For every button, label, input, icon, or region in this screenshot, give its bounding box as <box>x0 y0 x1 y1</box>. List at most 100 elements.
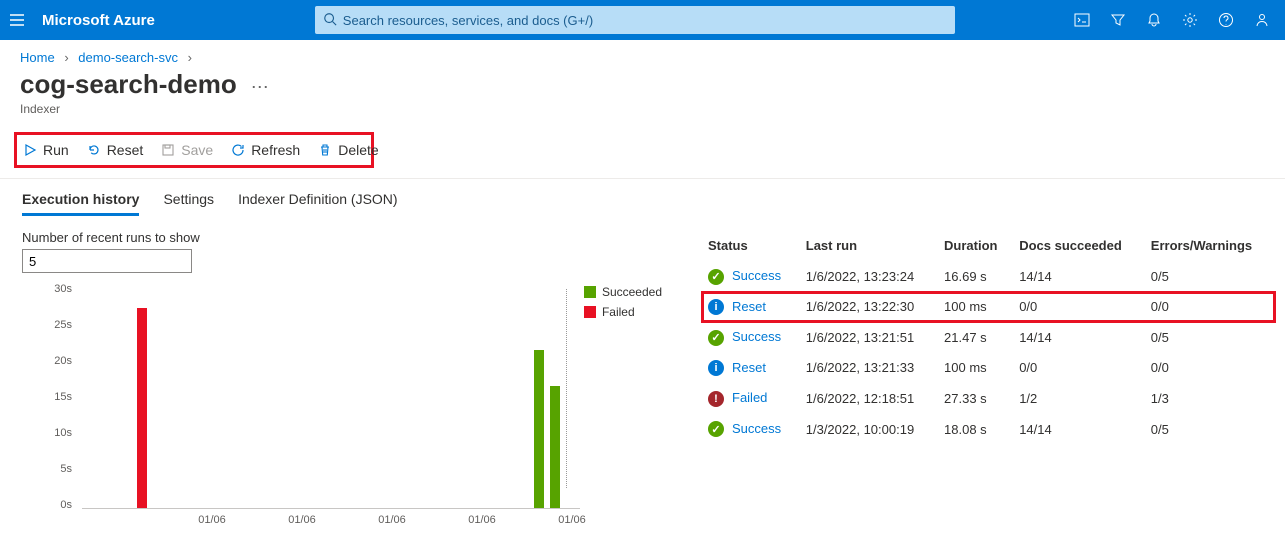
runs-count-label: Number of recent runs to show <box>22 230 662 245</box>
breadcrumb-service[interactable]: demo-search-svc <box>78 50 178 65</box>
more-actions-icon[interactable]: ⋯ <box>251 77 270 98</box>
legend-swatch-red <box>584 306 596 318</box>
cell-last-run: 1/6/2022, 13:21:51 <box>800 322 938 353</box>
legend-label: Failed <box>602 305 635 319</box>
brand-label[interactable]: Microsoft Azure <box>42 12 155 29</box>
cell-errs: 0/5 <box>1145 322 1275 353</box>
table-row[interactable]: iReset1/6/2022, 13:21:33100 ms0/00/0 <box>702 353 1275 384</box>
tab-settings[interactable]: Settings <box>163 191 214 216</box>
global-search[interactable] <box>315 6 955 34</box>
cell-last-run: 1/6/2022, 13:21:33 <box>800 353 938 384</box>
col-errs[interactable]: Errors/Warnings <box>1145 230 1275 261</box>
xtick: 01/06 <box>378 514 406 526</box>
cell-docs: 14/14 <box>1013 261 1145 292</box>
save-label: Save <box>181 142 213 158</box>
cell-duration: 18.08 s <box>938 414 1013 445</box>
delete-label: Delete <box>338 142 378 158</box>
tab-indexer-definition[interactable]: Indexer Definition (JSON) <box>238 191 398 216</box>
cell-last-run: 1/6/2022, 12:18:51 <box>800 383 938 414</box>
cell-last-run: 1/6/2022, 13:22:30 <box>800 292 938 323</box>
ytick: 30s <box>54 283 72 295</box>
cell-docs: 14/14 <box>1013 322 1145 353</box>
col-status[interactable]: Status <box>702 230 800 261</box>
save-button: Save <box>161 142 213 158</box>
bar-succeeded[interactable] <box>550 386 560 508</box>
cell-status: ✓Success <box>702 261 800 292</box>
delete-button[interactable]: Delete <box>318 142 378 158</box>
tab-bar: Execution history Settings Indexer Defin… <box>0 179 1285 216</box>
runs-count-input[interactable] <box>22 249 192 273</box>
status-link[interactable]: Reset <box>732 360 766 375</box>
table-row[interactable]: iReset1/6/2022, 13:22:30100 ms0/00/0 <box>702 292 1275 323</box>
settings-gear-icon[interactable] <box>1181 11 1199 29</box>
run-history-table: Status Last run Duration Docs succeeded … <box>702 230 1285 529</box>
cell-duration: 27.33 s <box>938 383 1013 414</box>
bar-failed[interactable] <box>137 308 147 508</box>
cell-errs: 1/3 <box>1145 383 1275 414</box>
legend-succeeded: Succeeded <box>584 285 662 299</box>
run-label: Run <box>43 142 69 158</box>
cell-status: ✓ Success <box>702 322 800 353</box>
cell-errs: 0/5 <box>1145 261 1275 292</box>
hamburger-icon[interactable] <box>8 11 26 29</box>
help-icon[interactable] <box>1217 11 1235 29</box>
directory-filter-icon[interactable] <box>1109 11 1127 29</box>
xtick: 01/06 <box>288 514 316 526</box>
col-duration[interactable]: Duration <box>938 230 1013 261</box>
chart-legend: Succeeded Failed <box>584 285 662 529</box>
search-input[interactable] <box>343 13 947 28</box>
ytick: 10s <box>54 427 72 439</box>
status-success-icon: ✓ <box>708 421 724 437</box>
ytick: 15s <box>54 391 72 403</box>
table-row[interactable]: ✓Success1/6/2022, 13:23:2416.69 s14/140/… <box>702 261 1275 292</box>
chart-panel: Number of recent runs to show 30s 25s 20… <box>22 230 662 529</box>
status-info-icon: i <box>708 360 724 376</box>
table-row[interactable]: ✓ Success 1/6/2022, 13:21:5121.47 s14/140/… <box>702 322 1275 353</box>
feedback-icon[interactable] <box>1253 11 1271 29</box>
cell-status: i Reset <box>702 292 800 323</box>
cell-status: i Reset <box>702 353 800 384</box>
col-last-run[interactable]: Last run <box>800 230 938 261</box>
cell-errs: 0/0 <box>1145 353 1275 384</box>
cell-duration: 100 ms <box>938 292 1013 323</box>
status-link[interactable]: Success <box>732 329 781 344</box>
cell-duration: 21.47 s <box>938 322 1013 353</box>
refresh-label: Refresh <box>251 142 300 158</box>
notifications-icon[interactable] <box>1145 11 1163 29</box>
refresh-button[interactable]: Refresh <box>231 142 300 158</box>
status-fail-icon: ! <box>708 391 724 407</box>
legend-label: Succeeded <box>602 285 662 299</box>
status-link[interactable]: Success <box>732 421 781 436</box>
top-icon-bar <box>1073 11 1277 29</box>
chevron-right-icon: › <box>64 50 68 65</box>
cell-status: ! Failed <box>702 383 800 414</box>
status-link[interactable]: Failed <box>732 390 767 405</box>
cell-docs: 0/0 <box>1013 292 1145 323</box>
col-docs[interactable]: Docs succeeded <box>1013 230 1145 261</box>
cell-docs: 0/0 <box>1013 353 1145 384</box>
bar-succeeded[interactable] <box>534 350 544 508</box>
breadcrumb-home[interactable]: Home <box>20 50 55 65</box>
xtick: 01/06 <box>558 514 586 526</box>
cloud-shell-icon[interactable] <box>1073 11 1091 29</box>
cell-duration: 100 ms <box>938 353 1013 384</box>
status-success-icon: ✓ <box>708 330 724 346</box>
chart-cursor-line <box>566 289 567 488</box>
table-row[interactable]: ✓Success1/3/2022, 10:00:1918.08 s14/140/… <box>702 414 1275 445</box>
plot-area: 01/06 01/06 01/06 01/06 01/06 <box>82 289 580 509</box>
status-info-icon: i <box>708 299 724 315</box>
status-link[interactable]: Reset <box>732 299 766 314</box>
top-bar: Microsoft Azure <box>0 0 1285 40</box>
run-history-chart: 30s 25s 20s 15s 10s 5s 0s 01/06 01/06 01… <box>22 279 580 529</box>
status-link[interactable]: Success <box>732 268 781 283</box>
cell-last-run: 1/6/2022, 13:23:24 <box>800 261 938 292</box>
legend-swatch-green <box>584 286 596 298</box>
cell-docs: 1/2 <box>1013 383 1145 414</box>
reset-button[interactable]: Reset <box>87 142 144 158</box>
cell-last-run: 1/3/2022, 10:00:19 <box>800 414 938 445</box>
table-row[interactable]: ! Failed 1/6/2022, 12:18:5127.33 s1/21/3 <box>702 383 1275 414</box>
tab-execution-history[interactable]: Execution history <box>22 191 139 216</box>
cell-status: ✓ Success <box>702 414 800 445</box>
run-button[interactable]: Run <box>23 142 69 158</box>
ytick: 20s <box>54 355 72 367</box>
